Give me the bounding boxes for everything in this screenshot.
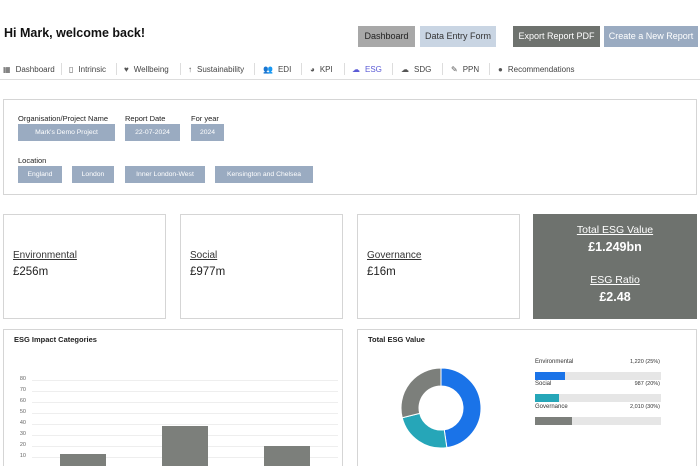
tab-dashboard[interactable]: ▦ Dashboard xyxy=(3,60,55,78)
tab-label: KPI xyxy=(319,64,333,74)
tab-label: Wellbeing xyxy=(133,64,169,74)
tab-edi[interactable]: 👥 EDI xyxy=(263,60,291,78)
total-chart-title: Total ESG Value xyxy=(368,335,425,344)
gridline xyxy=(32,413,338,414)
year-chip[interactable]: 2024 xyxy=(191,124,224,141)
donut-slice[interactable] xyxy=(401,412,448,449)
tab-sdg[interactable]: ☁ SDG xyxy=(401,60,431,78)
data-entry-form-button[interactable]: Data Entry Form xyxy=(420,26,496,47)
social-label[interactable]: Social xyxy=(190,250,217,261)
location-label: Location xyxy=(18,156,47,165)
tab-label: Dashboard xyxy=(15,64,55,74)
legend-label: Environmental xyxy=(535,359,574,365)
y-tick-label: 80 xyxy=(19,376,26,382)
tab-label: ESG xyxy=(365,64,382,74)
dashboard-button[interactable]: Dashboard xyxy=(358,26,415,47)
governance-label[interactable]: Governance xyxy=(367,250,421,261)
y-tick-label: 40 xyxy=(19,420,26,426)
location-chip-borough[interactable]: Kensington and Chelsea xyxy=(215,166,313,183)
impact-categories-panel: ESG Impact Categories 10 20 30 40 50 60 70 80 xyxy=(3,329,343,466)
legend-value: 2,010 (30%) xyxy=(630,404,660,410)
governance-card: Governance £16m xyxy=(357,214,520,319)
environmental-card: Environmental £256m xyxy=(3,214,166,319)
cloud-icon: ☁ xyxy=(352,64,360,74)
bulb-icon: ● xyxy=(498,64,503,74)
report-info-card: Organisation/Project Name Mark's Demo Pr… xyxy=(3,99,697,195)
welcome-greeting: Hi Mark, welcome back! xyxy=(4,26,146,40)
year-label: For year xyxy=(191,114,219,123)
y-tick-label: 70 xyxy=(19,387,26,393)
legend-label: Social xyxy=(535,381,552,387)
y-tick-label: 30 xyxy=(19,431,26,437)
tab-esg[interactable]: ☁ ESG xyxy=(352,60,382,78)
donut-slice[interactable] xyxy=(400,367,442,419)
legend-bar-track xyxy=(535,394,661,402)
org-label: Organisation/Project Name xyxy=(18,114,109,123)
gridline xyxy=(32,391,338,392)
tab-ppn[interactable]: ✎ PPN xyxy=(451,60,479,78)
pie-icon: ◕ xyxy=(310,64,315,74)
social-card: Social £977m xyxy=(180,214,343,319)
environmental-label[interactable]: Environmental xyxy=(13,250,77,261)
legend-label: Governance xyxy=(535,404,568,410)
impact-bar[interactable] xyxy=(60,453,106,466)
impact-chart-title: ESG Impact Categories xyxy=(14,335,97,344)
section-tabs: ▦ Dashboard ▯ Intrinsic ♥ Wellbeing ↑ Sustai… xyxy=(0,60,700,80)
impact-bar[interactable] xyxy=(264,446,310,466)
impact-bar[interactable] xyxy=(162,426,208,466)
document-icon: ▯ xyxy=(69,64,74,74)
total-esg-value: £1.249bn xyxy=(588,240,642,254)
grid-icon: ▦ xyxy=(3,64,11,74)
tab-label: Recommendations xyxy=(507,64,575,74)
report-date-label: Report Date xyxy=(125,114,166,123)
tab-label: Intrinsic xyxy=(78,64,106,74)
report-date-chip[interactable]: 22-07-2024 xyxy=(125,124,180,141)
tab-kpi[interactable]: ◕ KPI xyxy=(310,60,333,78)
legend-bar-fill xyxy=(535,394,559,402)
create-new-report-button[interactable]: Create a New Report xyxy=(604,26,698,47)
esg-donut-chart xyxy=(400,367,482,449)
tab-label: PPN xyxy=(462,64,480,74)
gridline xyxy=(32,380,338,381)
legend-bar-track xyxy=(535,372,661,380)
total-esg-value-label[interactable]: Total ESG Value xyxy=(533,224,697,236)
total-esg-card: Total ESG Value £1.249bn ESG Ratio £2.48 xyxy=(533,214,697,319)
pen-icon: ✎ xyxy=(451,64,458,74)
users-icon: 👥 xyxy=(263,64,273,74)
arrow-up-icon: ↑ xyxy=(188,64,192,74)
y-tick-label: 20 xyxy=(19,442,26,448)
tab-intrinsic[interactable]: ▯ Intrinsic xyxy=(69,60,106,78)
tab-label: Sustainability xyxy=(197,64,245,74)
org-value-chip[interactable]: Mark's Demo Project xyxy=(18,124,115,141)
tab-sustainability[interactable]: ↑ Sustainability xyxy=(188,60,244,78)
cloud-icon: ☁ xyxy=(401,64,409,74)
location-chip-region[interactable]: London xyxy=(72,166,114,183)
legend-bar-track xyxy=(535,417,661,425)
legend-bar-fill xyxy=(535,417,572,425)
social-value: £977m xyxy=(190,266,226,278)
total-esg-value-panel: Total ESG Value Environmental 1,220 (25%)… xyxy=(357,329,697,466)
donut-slice[interactable] xyxy=(440,367,482,449)
tab-label: SDG xyxy=(414,64,432,74)
environmental-value: £256m xyxy=(13,266,49,278)
location-chip-country[interactable]: England xyxy=(18,166,62,183)
y-tick-label: 10 xyxy=(19,453,26,459)
heart-icon: ♥ xyxy=(124,64,129,74)
legend-bar-fill xyxy=(535,372,565,380)
legend-value: 1,220 (25%) xyxy=(630,359,660,365)
esg-ratio-value: £2.48 xyxy=(599,290,631,304)
y-tick-label: 50 xyxy=(19,409,26,415)
gridline xyxy=(32,402,338,403)
y-tick-label: 60 xyxy=(19,398,26,404)
export-report-pdf-button[interactable]: Export Report PDF xyxy=(513,26,600,47)
legend-value: 987 (20%) xyxy=(634,381,660,387)
tab-wellbeing[interactable]: ♥ Wellbeing xyxy=(124,60,169,78)
location-chip-subregion[interactable]: Inner London-West xyxy=(125,166,205,183)
tab-label: EDI xyxy=(277,64,292,74)
esg-ratio-label[interactable]: ESG Ratio xyxy=(533,274,697,286)
tab-recommendations[interactable]: ● Recommendations xyxy=(498,60,575,78)
governance-value: £16m xyxy=(367,266,396,278)
gridline xyxy=(32,424,338,425)
